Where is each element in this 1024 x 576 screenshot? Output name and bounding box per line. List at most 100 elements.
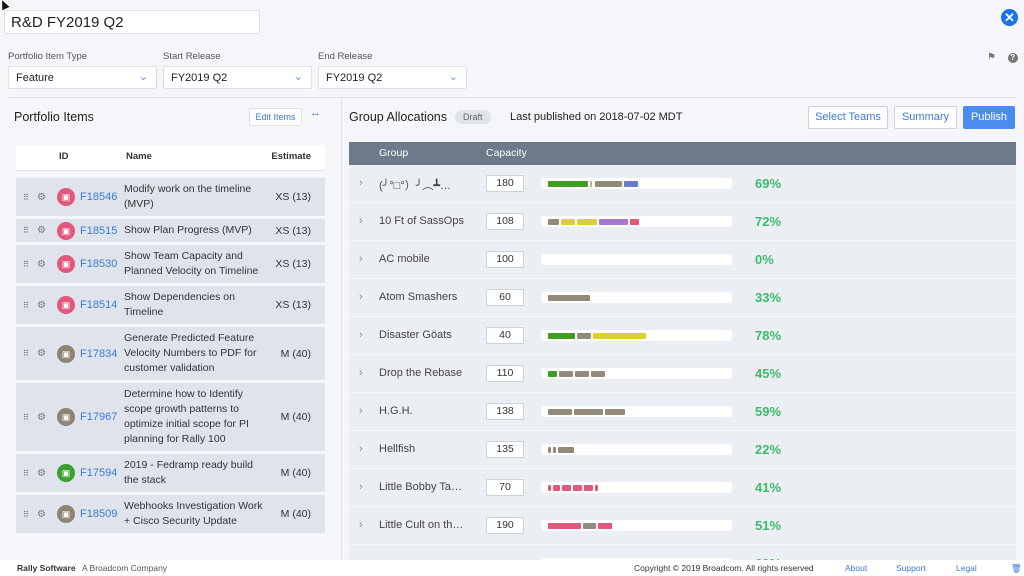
allocation-segment[interactable] — [591, 371, 605, 377]
plan-title-input[interactable]: R&D FY2019 Q2 — [4, 10, 260, 34]
allocation-segment[interactable] — [548, 219, 559, 225]
group-allocations-list[interactable]: › (╯°□°）╯︵┻… 180 69% › 10 Ft of SassOps 108 72%… — [349, 165, 1016, 560]
drag-handle-icon[interactable]: ⠿ — [23, 349, 29, 358]
chevron-right-icon[interactable]: › — [359, 329, 363, 341]
portfolio-item-id-link[interactable]: F18546 — [80, 191, 117, 203]
end-release-select[interactable]: FY2019 Q2 ⌄ — [318, 66, 467, 89]
group-row[interactable]: › Little Bobby Ta… 70 41% — [349, 469, 1016, 507]
allocation-segment[interactable] — [553, 447, 556, 453]
group-row[interactable]: › H.G.H. 138 59% — [349, 393, 1016, 431]
allocation-segment[interactable] — [548, 181, 588, 187]
allocation-segment[interactable] — [548, 447, 551, 453]
portfolio-item-row[interactable]: ⠿ ⚙ ▣ F18530 Show Team Capacity and Planned … — [16, 245, 325, 283]
group-row[interactable]: ›60% — [349, 545, 1016, 560]
allocation-segment[interactable] — [630, 219, 639, 225]
portfolio-item-id-link[interactable]: F17967 — [80, 411, 117, 423]
allocation-segment[interactable] — [548, 333, 575, 339]
allocation-segment[interactable] — [605, 409, 625, 415]
capacity-input[interactable]: 108 — [486, 213, 524, 230]
gear-icon[interactable]: ⚙ — [37, 509, 46, 520]
allocation-segment[interactable] — [595, 181, 622, 187]
portfolio-item-id-link[interactable]: F17594 — [80, 467, 117, 479]
close-icon[interactable]: ✕ — [1001, 9, 1018, 26]
allocation-segment[interactable] — [584, 485, 593, 491]
gear-icon[interactable]: ⚙ — [37, 300, 46, 311]
panel-divider[interactable] — [341, 98, 342, 560]
capacity-input[interactable]: 138 — [486, 403, 524, 420]
chevron-right-icon[interactable]: › — [359, 443, 363, 455]
allocation-segment[interactable] — [548, 295, 590, 301]
chevron-right-icon[interactable]: › — [359, 481, 363, 493]
summary-button[interactable]: Summary — [894, 106, 957, 129]
allocation-segment[interactable] — [577, 333, 591, 339]
drag-handle-icon[interactable]: ⠿ — [23, 301, 29, 310]
portfolio-item-id-link[interactable]: F18509 — [80, 508, 117, 520]
drag-handle-icon[interactable]: ⠿ — [23, 193, 29, 202]
drag-handle-icon[interactable]: ⠿ — [23, 260, 29, 269]
allocation-segment[interactable] — [548, 485, 551, 491]
gear-icon[interactable]: ⚙ — [37, 468, 46, 479]
start-release-select[interactable]: FY2019 Q2 ⌄ — [163, 66, 312, 89]
gear-icon[interactable]: ⚙ — [37, 225, 46, 236]
allocation-segment[interactable] — [624, 181, 638, 187]
allocation-segment[interactable] — [573, 485, 582, 491]
drag-handle-icon[interactable]: ⠿ — [23, 413, 29, 422]
group-row[interactable]: › Hellfish 135 22% — [349, 431, 1016, 469]
capacity-input[interactable]: 70 — [486, 479, 524, 496]
allocation-segment[interactable] — [595, 485, 598, 491]
allocation-segment[interactable] — [561, 219, 575, 225]
gear-icon[interactable]: ⚙ — [37, 412, 46, 423]
chevron-right-icon[interactable]: › — [359, 291, 363, 303]
portfolio-item-row[interactable]: ⠿ ⚙ ▣ F18514 Show Dependencies on Timeline XS… — [16, 286, 325, 324]
help-icon[interactable]: ? — [1007, 53, 1018, 63]
edit-items-button[interactable]: Edit Items — [249, 108, 302, 126]
group-row[interactable]: › Little Cult on th… 190 51% — [349, 507, 1016, 545]
allocation-segment[interactable] — [548, 371, 557, 377]
allocation-segment[interactable] — [590, 181, 593, 187]
chevron-right-icon[interactable]: › — [359, 367, 363, 379]
chevron-right-icon[interactable]: › — [359, 519, 363, 531]
portfolio-item-row[interactable]: ⠿ ⚙ ▣ F17967 Determine how to Identify scope… — [16, 383, 325, 451]
capacity-input[interactable]: 100 — [486, 251, 524, 268]
megaphone-icon[interactable]: ⚑ — [987, 52, 996, 63]
allocation-segment[interactable] — [577, 219, 597, 225]
expand-arrows-icon[interactable]: ↔ — [310, 107, 321, 119]
allocation-segment[interactable] — [553, 485, 560, 491]
trash-icon[interactable]: 🗑 — [1011, 563, 1022, 574]
allocation-segment[interactable] — [593, 333, 646, 339]
group-row[interactable]: › Disaster Göats 40 78% — [349, 317, 1016, 355]
capacity-input[interactable]: 135 — [486, 441, 524, 458]
allocation-segment[interactable] — [574, 409, 603, 415]
footer-link-legal[interactable]: Legal — [956, 563, 977, 573]
portfolio-item-type-select[interactable]: Feature ⌄ — [8, 66, 157, 89]
group-row[interactable]: › Atom Smashers 60 33% — [349, 279, 1016, 317]
portfolio-item-row[interactable]: ⠿ ⚙ ▣ F17834 Generate Predicted Feature Velo… — [16, 327, 325, 380]
capacity-input[interactable]: 180 — [486, 175, 524, 192]
portfolio-item-row[interactable]: ⠿ ⚙ ▣ F17594 2019 - Fedramp ready build the … — [16, 454, 325, 492]
portfolio-item-row[interactable]: ⠿ ⚙ ▣ F18515 Show Plan Progress (MVP) XS (13) — [16, 219, 325, 242]
capacity-input[interactable]: 60 — [486, 289, 524, 306]
chevron-right-icon[interactable]: › — [359, 215, 363, 227]
gear-icon[interactable]: ⚙ — [37, 259, 46, 270]
allocation-segment[interactable] — [548, 409, 572, 415]
capacity-input[interactable]: 40 — [486, 327, 524, 344]
publish-button[interactable]: Publish — [963, 106, 1015, 129]
portfolio-item-row[interactable]: ⠿ ⚙ ▣ F18546 Modify work on the timeline (MV… — [16, 178, 325, 216]
chevron-right-icon[interactable]: › — [359, 405, 363, 417]
group-row[interactable]: › AC mobile 100 0% — [349, 241, 1016, 279]
allocation-segment[interactable] — [598, 523, 612, 529]
group-row[interactable]: › (╯°□°）╯︵┻… 180 69% — [349, 165, 1016, 203]
allocation-segment[interactable] — [599, 219, 628, 225]
portfolio-item-id-link[interactable]: F18515 — [80, 225, 117, 237]
chevron-right-icon[interactable]: › — [359, 177, 363, 189]
allocation-segment[interactable] — [559, 371, 573, 377]
footer-link-support[interactable]: Support — [896, 563, 926, 573]
drag-handle-icon[interactable]: ⠿ — [23, 510, 29, 519]
group-row[interactable]: › Drop the Rebase 110 45% — [349, 355, 1016, 393]
allocation-segment[interactable] — [575, 371, 589, 377]
select-teams-button[interactable]: Select Teams — [808, 106, 888, 129]
allocation-segment[interactable] — [583, 523, 596, 529]
portfolio-item-id-link[interactable]: F18514 — [80, 299, 117, 311]
portfolio-item-row[interactable]: ⠿ ⚙ ▣ F18509 Webhooks Investigation Work + C… — [16, 495, 325, 533]
portfolio-item-id-link[interactable]: F18530 — [80, 258, 117, 270]
